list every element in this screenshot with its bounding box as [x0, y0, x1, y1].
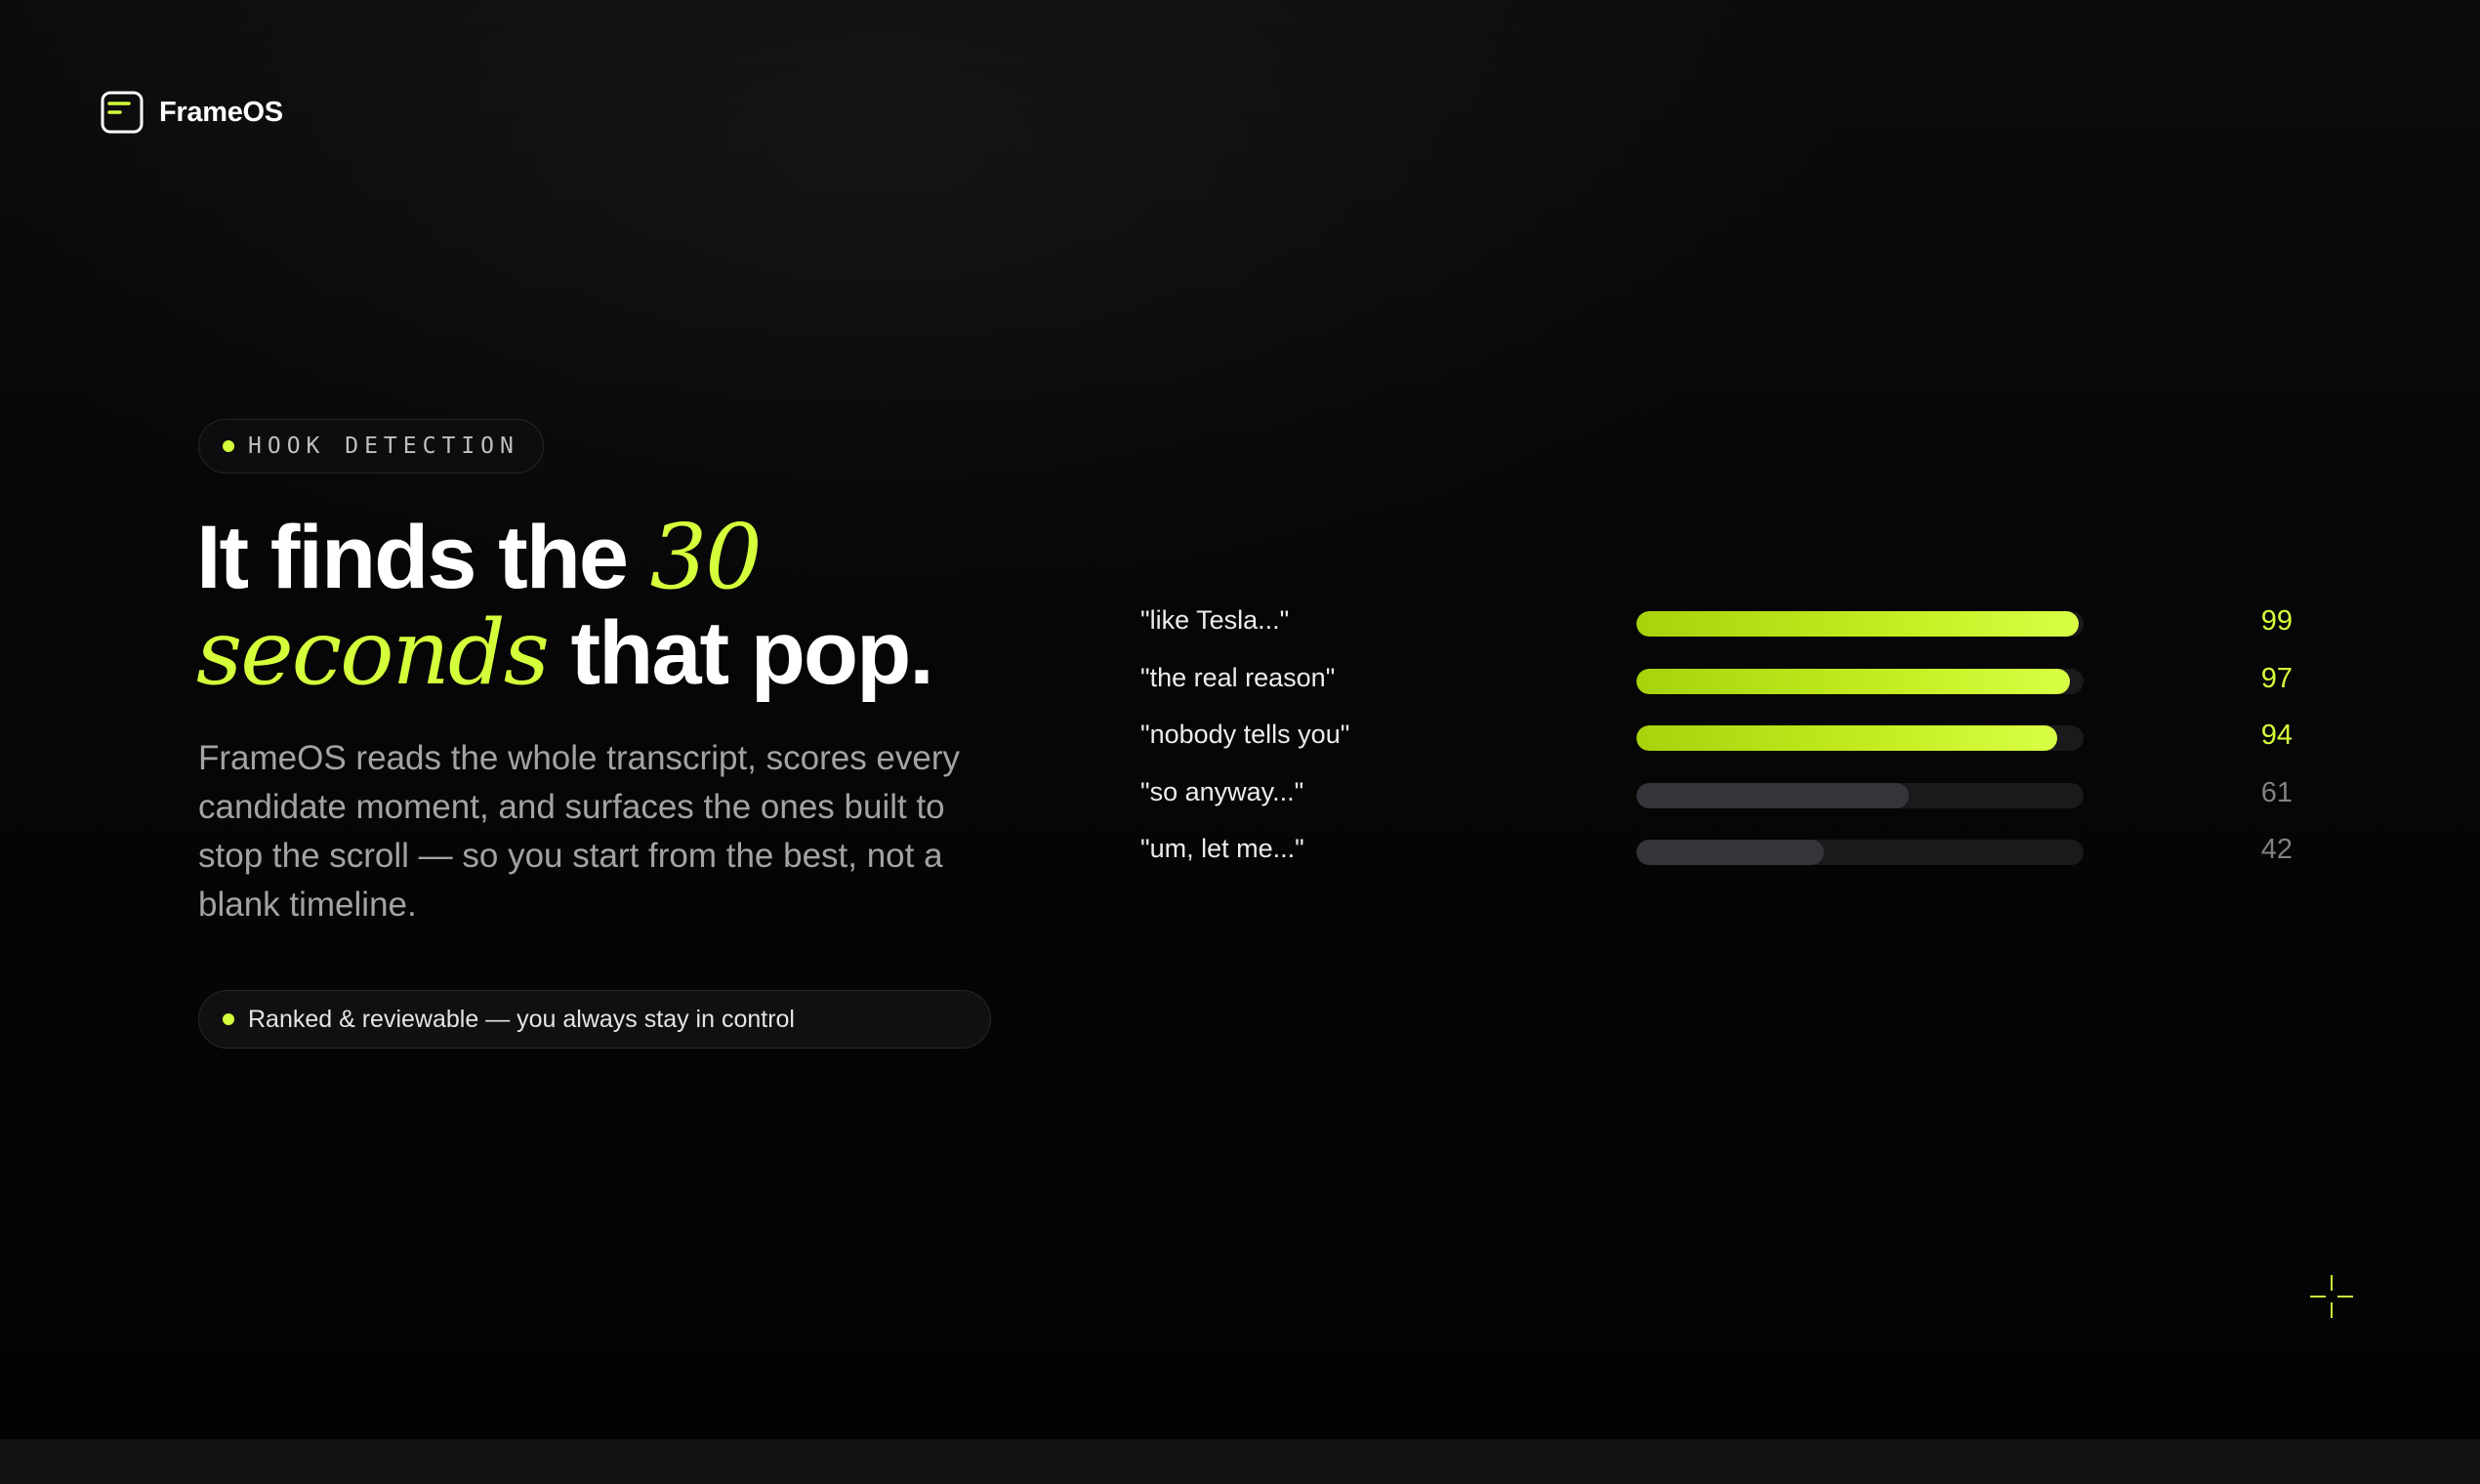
score-bar-fill [1636, 725, 2057, 751]
score-row-label: "so anyway..." [1140, 776, 1304, 806]
score-row: "nobody tells you" 94 [1140, 710, 2293, 766]
score-bar-track [1636, 668, 2084, 694]
brand-logo[interactable]: FrameOS [101, 91, 283, 134]
headline-part-2: that pop. [547, 603, 933, 703]
score-row: "so anyway..." 61 [1140, 767, 2293, 824]
score-row-label: "nobody tells you" [1140, 720, 1350, 749]
score-bar-fill [1636, 668, 2070, 694]
crosshair-icon [2310, 1275, 2353, 1318]
status-dot-icon [223, 1013, 234, 1025]
score-row-label: "the real reason" [1140, 662, 1336, 692]
score-bar-fill [1636, 782, 1909, 808]
brand-name: FrameOS [159, 96, 283, 128]
score-row-label: "like Tesla..." [1140, 605, 1290, 635]
score-value: 94 [2260, 720, 2293, 751]
score-row: "like Tesla..." 99 [1140, 596, 2293, 652]
score-value: 97 [2260, 662, 2293, 694]
description: FrameOS reads the whole transcript, scor… [198, 739, 961, 924]
bottom-bar [0, 1439, 2480, 1484]
hero-section: FrameOS HOOK DETECTION It finds the 30 se… [0, 0, 2480, 1439]
eyebrow-label: HOOK DETECTION [248, 433, 519, 459]
score-row-label: "um, let me..." [1140, 834, 1304, 863]
score-row: "the real reason" 97 [1140, 653, 2293, 710]
headline-accent-word: seconds [196, 600, 550, 705]
score-value: 99 [2260, 605, 2293, 637]
score-bar-fill [1636, 840, 1824, 865]
score-row: "um, let me..." 42 [1140, 824, 2293, 881]
score-value: 61 [2260, 776, 2293, 808]
status-badge: Ranked & reviewable — you always stay in… [198, 990, 991, 1049]
eyebrow-dot-icon [223, 440, 234, 452]
score-bar-track [1636, 611, 2084, 637]
frame-icon [101, 91, 144, 134]
section-eyebrow: HOOK DETECTION [198, 419, 544, 474]
score-bar-fill [1636, 611, 2079, 637]
score-bar-track [1636, 725, 2084, 751]
score-bar-track [1636, 782, 2084, 808]
status-text: Ranked & reviewable — you always stay in… [248, 1005, 795, 1033]
page-title: It finds the 30 seconds that pop. [196, 508, 1075, 703]
score-value: 42 [2260, 834, 2293, 865]
score-bar-track [1636, 840, 2084, 865]
headline-accent-number: 30 [649, 505, 763, 609]
hook-score-list: "like Tesla..." 99 "the real reason" 97 "nob… [1140, 596, 2293, 879]
headline-part-1: It finds the [196, 508, 650, 607]
